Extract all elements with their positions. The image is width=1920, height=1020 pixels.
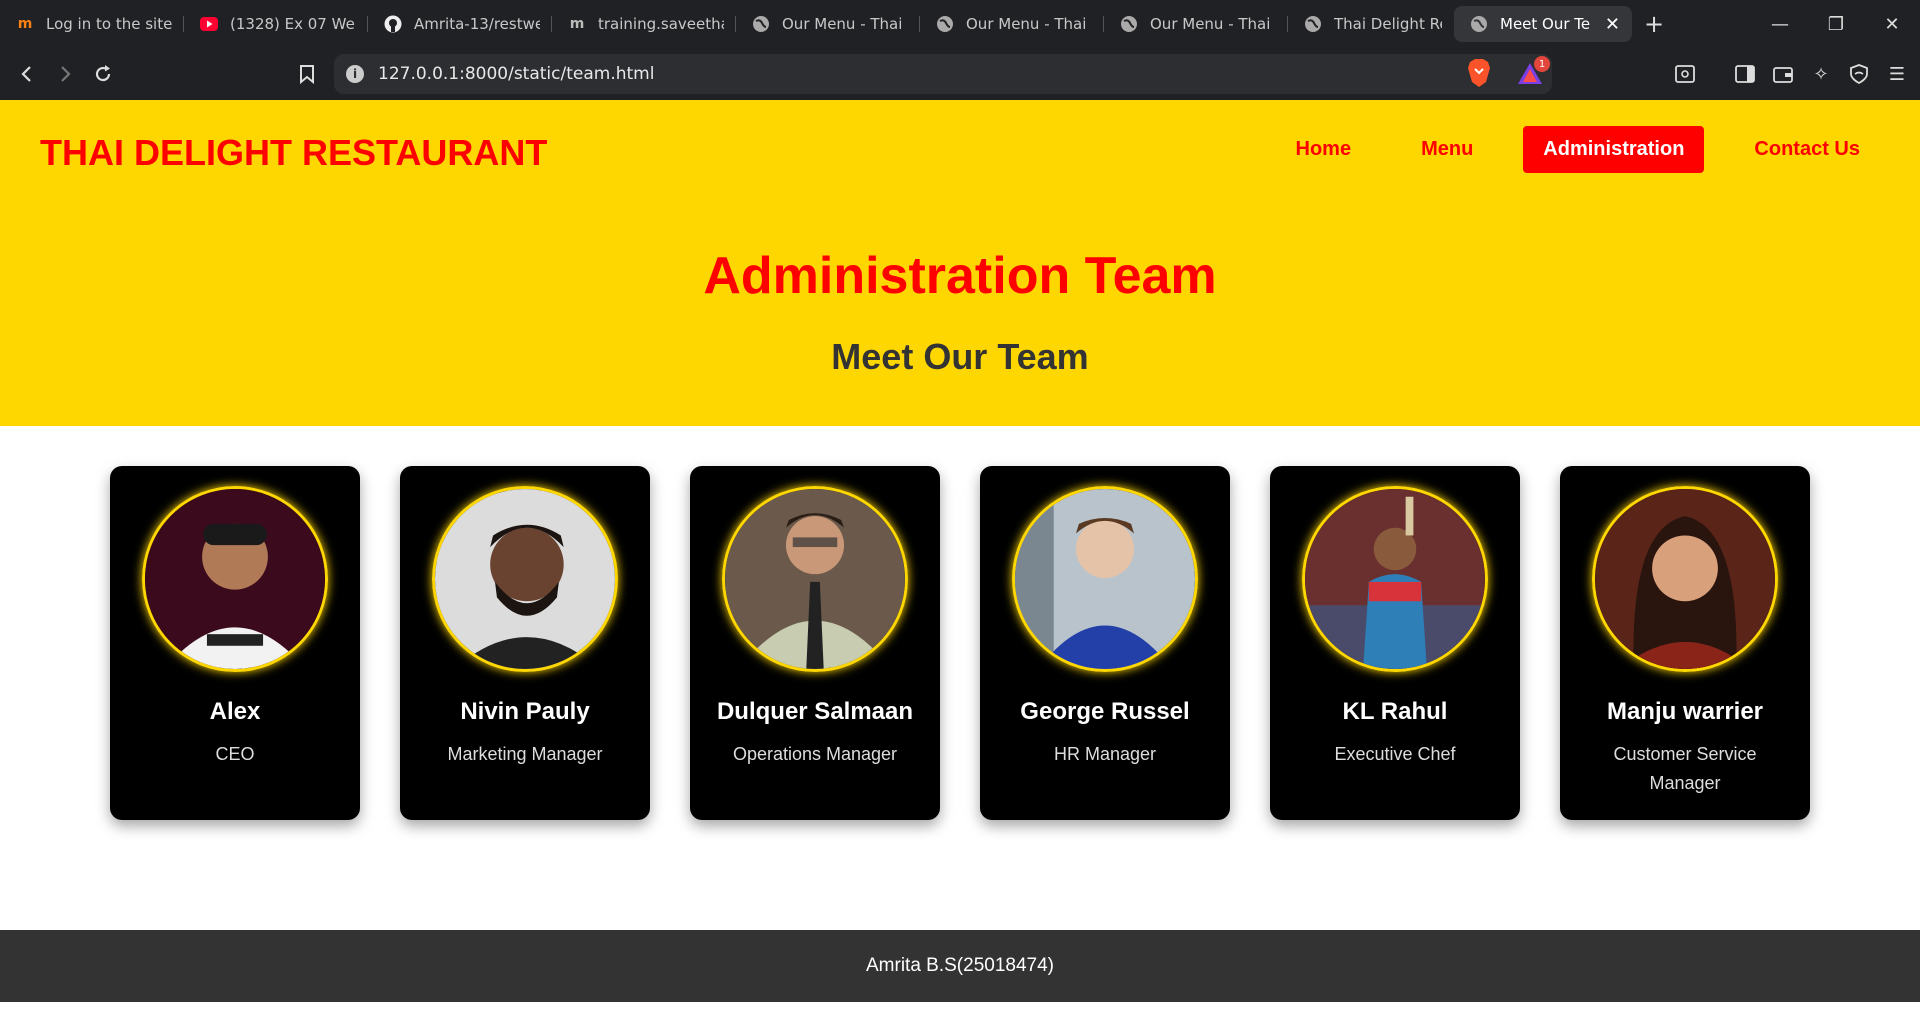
globe-icon [1120, 15, 1138, 33]
browser-tab[interactable]: Amrita-13/restweb [368, 0, 552, 48]
team-card: Dulquer Salmaan Operations Manager [690, 466, 940, 820]
restore-icon[interactable]: ❐ [1808, 0, 1864, 48]
github-icon [384, 15, 402, 33]
team-card: KL Rahul Executive Chef [1270, 466, 1520, 820]
reader-mode-icon[interactable] [1670, 55, 1700, 93]
team-card: Nivin Pauly Marketing Manager [400, 466, 650, 820]
site-info-icon[interactable]: i [346, 65, 364, 83]
browser-tab[interactable]: Thai Delight Resta [1288, 0, 1454, 48]
avatar [722, 486, 908, 672]
browser-tab[interactable]: Our Menu - Thai D [1104, 0, 1288, 48]
member-role: Operations Manager [732, 744, 898, 764]
nav-link-home[interactable]: Home [1276, 126, 1372, 173]
browser-tab[interactable]: Our Menu - Thai D [736, 0, 920, 48]
bookmark-icon[interactable] [288, 55, 326, 93]
main-nav: Home Menu Administration Contact Us [1276, 126, 1881, 173]
avatar [1592, 486, 1778, 672]
window-controls: — ❐ ✕ [1752, 0, 1920, 48]
footer-text: Amrita B.S(25018474) [866, 955, 1054, 976]
brave-shield-icon[interactable] [1466, 58, 1492, 88]
youtube-icon [200, 15, 218, 33]
member-role: Executive Chef [1334, 744, 1456, 764]
globe-icon [936, 15, 954, 33]
member-name: Manju warrier [1606, 698, 1764, 725]
member-name: Nivin Pauly [460, 698, 590, 725]
member-name: George Russel [1020, 698, 1190, 725]
moodle-icon: m [17, 16, 33, 32]
page-subtitle: Meet Our Team [831, 336, 1089, 377]
member-role: HR Manager [1053, 744, 1157, 764]
url-text[interactable]: 127.0.0.1:8000/static/team.html [378, 64, 654, 84]
close-tab-icon[interactable]: ✕ [1605, 14, 1620, 35]
minimize-icon[interactable]: — [1752, 0, 1808, 48]
browser-toolbar: i 127.0.0.1:8000/static/team.html 1 ✧ ☰ [0, 48, 1920, 100]
close-window-icon[interactable]: ✕ [1864, 0, 1920, 48]
member-role: CEO [215, 744, 255, 764]
forward-icon[interactable] [46, 55, 84, 93]
reload-icon[interactable] [84, 55, 122, 93]
site-footer: Amrita B.S(25018474) [0, 930, 1920, 1002]
member-role: Customer Service Manager [1613, 744, 1757, 793]
moodle-icon: m [569, 16, 585, 32]
globe-icon [1470, 15, 1488, 33]
back-icon[interactable] [8, 55, 46, 93]
menu-icon[interactable]: ☰ [1882, 55, 1912, 93]
address-bar[interactable]: i 127.0.0.1:8000/static/team.html [334, 54, 1552, 94]
brave-rewards-icon[interactable]: 1 [1516, 56, 1550, 88]
member-name: Dulquer Salmaan [716, 698, 914, 725]
team-card: George Russel HR Manager [980, 466, 1230, 820]
browser-tab-bar: m Log in to the site | (1328) Ex 07 Webs… [0, 0, 1920, 48]
avatar [432, 486, 618, 672]
web-page: THAI DELIGHT RESTAURANT Home Menu Admini… [0, 100, 1920, 1020]
toolbar-right: ✧ ☰ [1670, 55, 1912, 93]
globe-icon [1304, 15, 1322, 33]
notification-badge: 1 [1534, 56, 1550, 72]
site-header: THAI DELIGHT RESTAURANT Home Menu Admini… [0, 100, 1920, 426]
avatar [1012, 486, 1198, 672]
browser-tab[interactable]: Our Menu - Thai D [920, 0, 1104, 48]
new-tab-button[interactable]: + [1632, 10, 1676, 38]
wallet-icon[interactable] [1768, 55, 1798, 93]
browser-tab-active[interactable]: Meet Our Tea ✕ [1454, 6, 1632, 42]
team-card: Manju warrier Customer Service Manager [1560, 466, 1810, 820]
member-role: Marketing Manager [447, 744, 603, 764]
avatar [1302, 486, 1488, 672]
nav-link-contact-us[interactable]: Contact Us [1734, 126, 1880, 173]
nav-link-menu[interactable]: Menu [1401, 126, 1493, 173]
vpn-shield-icon[interactable] [1844, 55, 1874, 93]
member-name: KL Rahul [1342, 698, 1448, 725]
member-name: Alex [209, 698, 261, 725]
globe-icon [752, 15, 770, 33]
site-brand[interactable]: THAI DELIGHT RESTAURANT [40, 132, 547, 174]
sidebar-icon[interactable] [1730, 55, 1760, 93]
browser-tab[interactable]: m training.saveetha.i [552, 0, 736, 48]
team-cards: Alex CEO Nivin Pauly Marketing Manager D… [110, 466, 1810, 820]
browser-tab[interactable]: (1328) Ex 07 Webs [184, 0, 368, 48]
browser-tab[interactable]: m Log in to the site | [0, 0, 184, 48]
nav-link-administration[interactable]: Administration [1523, 126, 1705, 173]
page-title: Administration Team [703, 247, 1217, 305]
leo-ai-icon[interactable]: ✧ [1806, 55, 1836, 93]
team-card: Alex CEO [110, 466, 360, 820]
avatar [142, 486, 328, 672]
